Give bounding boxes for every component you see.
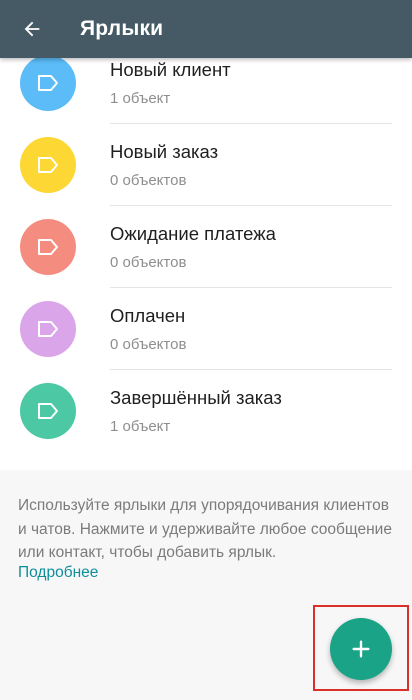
arrow-back-icon	[24, 21, 40, 37]
label-item-paid[interactable]: Оплачен 0 объектов	[0, 288, 412, 370]
label-name: Новый заказ	[110, 140, 219, 162]
label-text: Новый заказ 0 объектов	[110, 124, 392, 206]
label-tag-icon	[38, 75, 58, 91]
label-count: 0 объектов	[110, 253, 187, 271]
label-tag-icon	[38, 157, 58, 173]
label-count: 0 объектов	[110, 171, 187, 189]
label-item-new-client[interactable]: Новый клиент 1 объект	[0, 58, 412, 124]
label-item-awaiting-payment[interactable]: Ожидание платежа 0 объектов	[0, 206, 412, 288]
label-name: Завершённый заказ	[110, 387, 282, 408]
label-count: 0 объектов	[110, 335, 187, 353]
label-item-completed-order[interactable]: Завершённый заказ 1 объект	[0, 370, 412, 452]
label-avatar	[20, 219, 76, 275]
labels-list: Новый клиент 1 объект Новый заказ 0 объе…	[0, 58, 412, 452]
label-name: Оплачен	[110, 304, 186, 326]
back-button[interactable]	[0, 0, 64, 58]
label-tag-icon	[38, 321, 58, 337]
learn-more-link[interactable]: Подробнее	[18, 564, 98, 582]
label-avatar	[20, 383, 76, 439]
label-text: Оплачен 0 объектов	[110, 288, 392, 370]
labels-list-container: Новый клиент 1 объект Новый заказ 0 объе…	[0, 58, 412, 470]
label-avatar	[20, 137, 76, 193]
plus-icon	[352, 640, 370, 658]
page-title: Ярлыки	[80, 17, 164, 40]
add-label-button[interactable]	[330, 618, 392, 680]
label-avatar	[20, 301, 76, 357]
label-text: Ожидание платежа 0 объектов	[110, 206, 392, 288]
label-count: 1 объект	[110, 418, 171, 435]
label-name: Новый клиент	[110, 58, 231, 80]
label-tag-icon	[38, 403, 58, 419]
app-bar: Ярлыки	[0, 0, 412, 58]
label-name: Ожидание платежа	[110, 222, 276, 244]
label-count: 1 объект	[110, 89, 171, 107]
label-tag-icon	[38, 239, 58, 255]
label-item-new-order[interactable]: Новый заказ 0 объектов	[0, 124, 412, 206]
info-text: Используйте ярлыки для упорядочивания кл…	[18, 497, 392, 561]
label-text: Новый клиент 1 объект	[110, 58, 392, 124]
label-avatar	[20, 58, 76, 111]
label-text: Завершённый заказ 1 объект	[110, 370, 392, 452]
